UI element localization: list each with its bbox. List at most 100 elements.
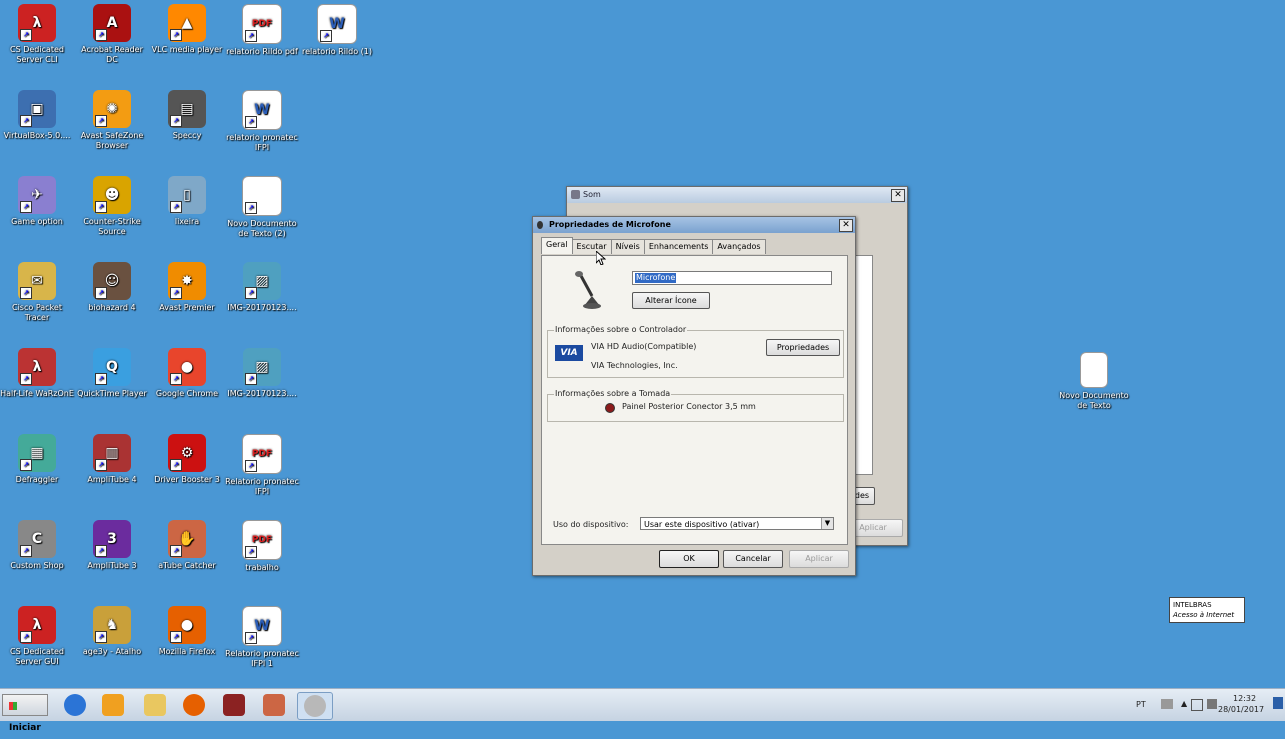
desktop-icon[interactable]: PDF ↗ Relatorio pronatec IFPI xyxy=(225,434,299,497)
printer-icon[interactable] xyxy=(1161,699,1173,709)
desktop-icon-label: Speccy xyxy=(172,131,202,140)
app-icon: 3 ↗ xyxy=(93,520,131,558)
dialog-titlebar[interactable]: Propriedades de Microfone ✕ xyxy=(533,217,855,233)
cancel-button[interactable]: Cancelar xyxy=(723,550,783,568)
desktop-icon[interactable]: ▤ ↗ Speccy xyxy=(150,90,224,141)
taskbar: Iniciar PT ▲ 12:32 28/01/2017 xyxy=(0,688,1285,733)
tab-avancados[interactable]: Avançados xyxy=(712,239,766,254)
system-tray: PT ▲ 12:32 28/01/2017 xyxy=(1125,689,1285,721)
desktop-icon[interactable]: A ↗ Acrobat Reader DC xyxy=(75,4,149,65)
desktop-icon[interactable]: ▨ ↗ IMG-20170123.... xyxy=(225,348,299,399)
app-icon: ✈ ↗ xyxy=(18,176,56,214)
desktop-icon[interactable]: 3 ↗ AmpliTube 3 xyxy=(75,520,149,571)
controller-info-group: Informações sobre o Controlador VIA VIA … xyxy=(547,325,844,378)
app-icon: ▤ ↗ xyxy=(168,90,206,128)
desktop-icon-label: Half-Life WaRzOnE xyxy=(0,389,74,398)
desktop-icon[interactable]: ● ↗ Mozilla Firefox xyxy=(150,606,224,657)
taskbar-sound-active[interactable] xyxy=(297,692,333,720)
properties-button[interactable]: Propriedades xyxy=(766,339,840,356)
desktop-icon[interactable]: Q ↗ QuickTime Player xyxy=(75,348,149,399)
desktop-icon[interactable]: W ↗ relatorio Rildo (1) xyxy=(300,4,374,57)
taskbar-explorer[interactable] xyxy=(138,692,172,718)
taskbar-firefox[interactable] xyxy=(177,692,211,718)
show-desktop-button[interactable] xyxy=(1273,697,1283,709)
tab-enhancements[interactable]: Enhancements xyxy=(643,239,714,254)
desktop-icon[interactable]: λ ↗ CS Dedicated Server CLI xyxy=(0,4,74,65)
start-button[interactable]: Iniciar xyxy=(2,694,48,733)
microphone-properties-dialog[interactable]: Propriedades de Microfone ✕ Geral Escuta… xyxy=(532,216,856,576)
app-icon: ↗ xyxy=(242,176,282,216)
text-file-icon xyxy=(1080,352,1108,388)
desktop-icon[interactable]: ♞ ↗ age3y - Atalho xyxy=(75,606,149,657)
desktop-icon[interactable]: ⚙ ↗ Driver Booster 3 xyxy=(150,434,224,485)
desktop-icon[interactable]: ☻ ↗ Counter-Strike Source xyxy=(75,176,149,237)
clock-time[interactable]: 12:32 xyxy=(1233,694,1256,703)
taskbar-media-player[interactable] xyxy=(96,692,130,718)
shortcut-arrow-icon: ↗ xyxy=(95,373,107,385)
app-icon: PDF ↗ xyxy=(242,520,282,560)
speaker-icon xyxy=(571,190,580,199)
desktop-icon[interactable]: ▦ ↗ Defraggler xyxy=(0,434,74,485)
desktop-icon-label: relatorio Rildo (1) xyxy=(302,47,372,56)
desktop-icon[interactable]: ▯ ↗ lixeira xyxy=(150,176,224,227)
desktop-icon[interactable]: ☺ ↗ biohazard 4 xyxy=(75,262,149,313)
taskbar-ie[interactable] xyxy=(58,692,92,718)
desktop-icon-label: lixeira xyxy=(174,217,200,226)
desktop-icon[interactable]: ▥ ↗ AmpliTube 4 xyxy=(75,434,149,485)
shortcut-arrow-icon: ↗ xyxy=(95,29,107,41)
app-icon: λ ↗ xyxy=(18,606,56,644)
jack-info-group: Informações sobre a Tomada Painel Poster… xyxy=(547,389,844,422)
app-icon: ☻ ↗ xyxy=(93,176,131,214)
shortcut-arrow-icon: ↗ xyxy=(320,30,332,42)
tooltip-line-1: INTELBRAS xyxy=(1173,601,1212,609)
shortcut-arrow-icon: ↗ xyxy=(20,631,32,643)
clock-date[interactable]: 28/01/2017 xyxy=(1218,705,1264,714)
desktop-icon[interactable]: λ ↗ CS Dedicated Server GUI xyxy=(0,606,74,667)
shortcut-arrow-icon: ↗ xyxy=(245,202,257,214)
ok-button[interactable]: OK xyxy=(659,550,719,568)
desktop-icon-label: aTube Catcher xyxy=(158,561,216,570)
desktop-icon[interactable]: ▨ ↗ IMG-20170123.... xyxy=(225,262,299,313)
shortcut-arrow-icon: ↗ xyxy=(170,545,182,557)
close-button[interactable]: ✕ xyxy=(891,189,905,202)
app-icon: PDF ↗ xyxy=(242,4,282,44)
language-indicator[interactable]: PT xyxy=(1136,700,1146,709)
device-usage-select[interactable]: Usar este dispositivo (ativar) ▼ xyxy=(640,517,834,530)
sound-window-titlebar[interactable]: Som ✕ xyxy=(567,187,907,203)
app-icon: ☺ ↗ xyxy=(93,262,131,300)
desktop-icon[interactable]: PDF ↗ trabalho xyxy=(225,520,299,573)
desktop-icon[interactable]: ✋ ↗ aTube Catcher xyxy=(150,520,224,571)
taskbar-amplitube[interactable] xyxy=(217,692,251,718)
network-icon[interactable] xyxy=(1191,699,1203,711)
desktop-icon[interactable]: C ↗ Custom Shop xyxy=(0,520,74,571)
desktop-icon-novo-documento[interactable]: Novo Documento de Texto xyxy=(1057,352,1131,411)
desktop-icon[interactable]: ▲ ↗ VLC media player xyxy=(150,4,224,55)
arrow-up-icon[interactable]: ▲ xyxy=(1181,699,1187,708)
tab-geral[interactable]: Geral xyxy=(541,237,573,254)
desktop-icon[interactable]: W ↗ Relatorio pronatec IFPI 1 xyxy=(225,606,299,669)
apply-button[interactable]: Aplicar xyxy=(789,550,849,568)
desktop-icon[interactable]: PDF ↗ relatorio Rildo pdf xyxy=(225,4,299,57)
desktop-icon[interactable]: ✺ ↗ Avast SafeZone Browser xyxy=(75,90,149,151)
app-icon: ✺ ↗ xyxy=(93,90,131,128)
microphone-device-icon xyxy=(572,270,608,310)
shortcut-arrow-icon: ↗ xyxy=(20,459,32,471)
chevron-down-icon[interactable]: ▼ xyxy=(821,518,833,529)
shortcut-arrow-icon: ↗ xyxy=(245,287,257,299)
desktop-icon[interactable]: ▣ ↗ VirtualBox-5.0.... xyxy=(0,90,74,141)
taskbar-atube[interactable] xyxy=(257,692,291,718)
sound-window-title: Som xyxy=(583,190,601,199)
volume-icon[interactable] xyxy=(1207,699,1217,709)
close-button[interactable]: ✕ xyxy=(839,219,853,232)
tab-niveis[interactable]: Níveis xyxy=(610,239,645,254)
change-icon-button[interactable]: Alterar Ícone xyxy=(632,292,710,309)
desktop-icon[interactable]: ✸ ↗ Avast Premier xyxy=(150,262,224,313)
app-icon: ⚙ ↗ xyxy=(168,434,206,472)
desktop-icon[interactable]: ✉ ↗ Cisco Packet Tracer xyxy=(0,262,74,323)
desktop-icon[interactable]: ↗ Novo Documento de Texto (2) xyxy=(225,176,299,239)
shortcut-arrow-icon: ↗ xyxy=(20,115,32,127)
desktop-icon[interactable]: W ↗ relatorio pronatec IFPI xyxy=(225,90,299,153)
desktop-icon[interactable]: ✈ ↗ Game option xyxy=(0,176,74,227)
desktop-icon[interactable]: λ ↗ Half-Life WaRzOnE xyxy=(0,348,74,399)
desktop-icon[interactable]: ● ↗ Google Chrome xyxy=(150,348,224,399)
